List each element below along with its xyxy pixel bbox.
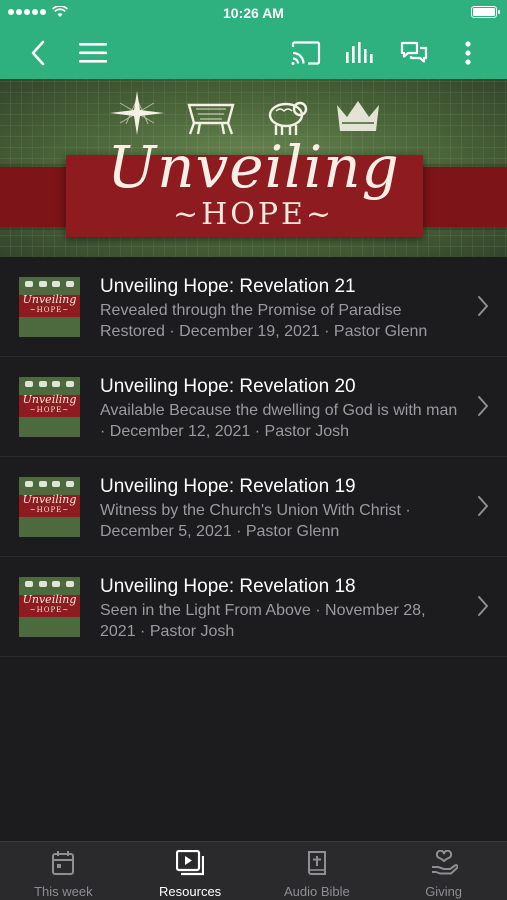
sermon-description: Revealed through the Promise of Paradise…	[100, 302, 428, 340]
audio-button[interactable]	[340, 33, 380, 73]
giving-hand-icon	[431, 850, 458, 875]
thumbnail-subtitle: ~HOPE~	[29, 406, 70, 414]
sermon-title: Unveiling Hope: Revelation 21	[100, 276, 356, 297]
tab-label: Giving	[425, 884, 463, 899]
thumbnail-title: Unveiling	[22, 493, 77, 506]
menu-button[interactable]	[73, 33, 113, 73]
tab-bar: This week Resources Audio Bible Giving	[0, 841, 507, 900]
thumbnail-title: Unveiling	[22, 593, 77, 606]
sermon-thumbnail: Unveiling ~HOPE~	[19, 577, 80, 637]
sermon-description: Witness by the Church's Union With Chris…	[100, 502, 411, 540]
thumbnail-title: Unveiling	[22, 393, 77, 406]
cast-icon	[291, 41, 321, 65]
tab-this-week[interactable]: This week	[0, 842, 127, 900]
messages-button[interactable]	[394, 33, 434, 73]
chat-icon	[400, 41, 428, 63]
sermon-thumbnail: Unveiling ~HOPE~	[19, 477, 80, 537]
hamburger-menu-icon	[79, 43, 107, 63]
calendar-icon	[52, 851, 75, 875]
sermon-list: Unveiling ~HOPE~ Unveiling Hope: Revelat…	[0, 257, 507, 657]
manger-icon	[187, 103, 235, 135]
status-time: 10:26 AM	[223, 5, 284, 21]
more-vertical-icon	[465, 41, 471, 65]
audio-bars-icon	[346, 42, 373, 63]
bible-icon	[307, 851, 326, 875]
series-banner: Unveiling ~HOPE~	[0, 79, 507, 257]
chevron-right-icon	[478, 296, 488, 316]
cast-button[interactable]	[286, 33, 326, 73]
sermon-description: Available Because the dwelling of God is…	[100, 402, 458, 440]
banner-title: Unveiling	[107, 133, 400, 201]
tab-resources[interactable]: Resources	[127, 842, 254, 900]
chevron-right-icon	[478, 496, 488, 516]
tab-label: Resources	[159, 884, 222, 899]
sermon-row[interactable]: Unveiling ~HOPE~ Unveiling Hope: Revelat…	[0, 357, 507, 457]
sermon-row[interactable]: Unveiling ~HOPE~ Unveiling Hope: Revelat…	[0, 457, 507, 557]
banner-subtitle: ~HOPE~	[172, 197, 335, 232]
crown-icon	[337, 101, 379, 131]
chevron-right-icon	[478, 396, 488, 416]
tab-giving[interactable]: Giving	[380, 842, 507, 900]
tab-label: Audio Bible	[283, 884, 350, 899]
lamb-icon	[268, 101, 308, 135]
sermon-thumbnail: Unveiling ~HOPE~	[19, 277, 80, 337]
sermon-title: Unveiling Hope: Revelation 18	[100, 576, 356, 597]
tab-audio-bible[interactable]: Audio Bible	[254, 842, 381, 900]
chevron-left-icon	[31, 40, 45, 66]
sermon-row[interactable]: Unveiling ~HOPE~ Unveiling Hope: Revelat…	[0, 257, 507, 357]
status-bar: 10:26 AM	[0, 0, 507, 26]
nav-bar	[0, 26, 507, 79]
sermon-title: Unveiling Hope: Revelation 19	[100, 476, 356, 497]
more-options-button[interactable]	[448, 33, 488, 73]
tab-label: This week	[34, 884, 93, 899]
star-icon	[110, 91, 164, 135]
sermon-description: Seen in the Light From Above · November …	[100, 602, 426, 640]
battery-icon	[471, 6, 500, 18]
chevron-right-icon	[478, 596, 488, 616]
sermon-row[interactable]: Unveiling ~HOPE~ Unveiling Hope: Revelat…	[0, 557, 507, 657]
thumbnail-subtitle: ~HOPE~	[29, 606, 70, 614]
back-button[interactable]	[18, 33, 58, 73]
thumbnail-subtitle: ~HOPE~	[29, 306, 70, 314]
sermon-thumbnail: Unveiling ~HOPE~	[19, 377, 80, 437]
banner-icons	[0, 85, 507, 135]
sermon-title: Unveiling Hope: Revelation 20	[100, 376, 356, 397]
video-library-icon	[176, 850, 205, 876]
thumbnail-subtitle: ~HOPE~	[29, 506, 70, 514]
thumbnail-title: Unveiling	[22, 293, 77, 306]
